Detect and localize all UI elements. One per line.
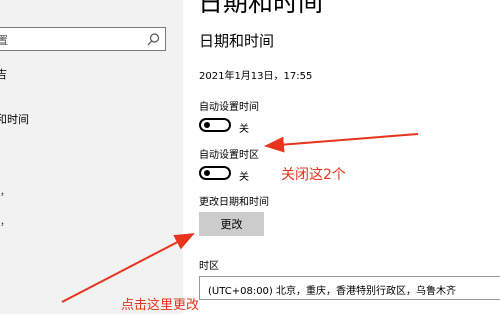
annotation-arrows [61,133,419,303]
annotation-close-two: 关闭这2个 [281,167,346,183]
arrow-to-toggles [264,133,419,153]
arrow-to-change-button [61,233,195,303]
annotation-click-here: 点击这里更改 [121,298,200,313]
